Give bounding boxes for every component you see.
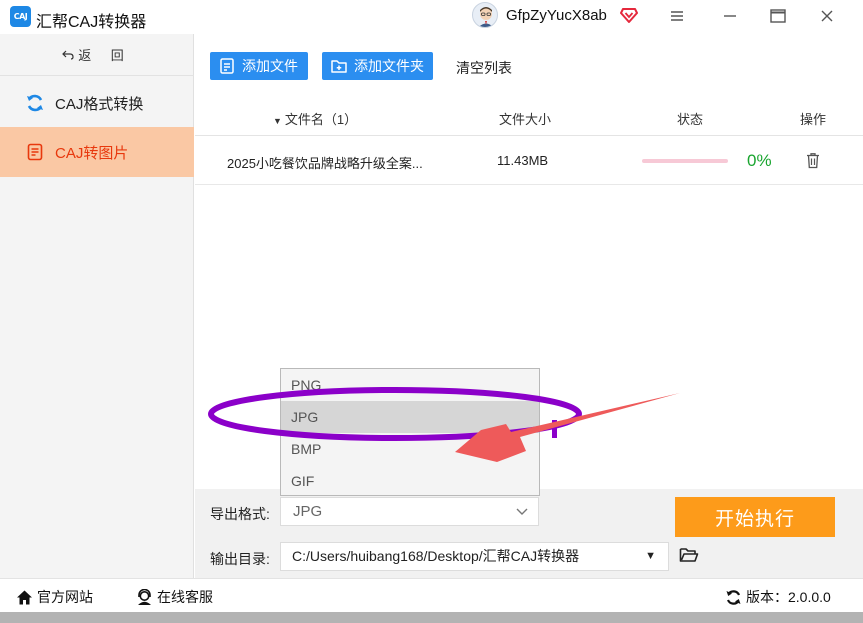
file-size: 11.43MB bbox=[497, 153, 549, 168]
sort-down-icon: ▼ bbox=[273, 116, 282, 126]
vip-diamond-icon[interactable] bbox=[620, 6, 638, 24]
online-service-link[interactable]: 在线客服 bbox=[136, 587, 213, 607]
open-folder-icon[interactable] bbox=[679, 546, 699, 564]
minimize-icon[interactable] bbox=[718, 5, 742, 27]
title-bar: CAJ 汇帮CAJ转换器 GfpZyYucX8ab bbox=[0, 0, 863, 34]
back-button[interactable]: 返 回 bbox=[0, 34, 194, 76]
official-website-label: 官方网站 bbox=[37, 589, 93, 605]
delete-icon[interactable] bbox=[806, 152, 820, 169]
export-format-select[interactable]: JPG bbox=[280, 497, 539, 526]
document-icon bbox=[25, 142, 45, 162]
ellipse-tail-mark bbox=[552, 420, 557, 438]
add-folder-label: 添加文件夹 bbox=[354, 58, 424, 74]
format-option-bmp[interactable]: BMP bbox=[281, 433, 539, 465]
home-icon bbox=[16, 589, 33, 606]
add-file-icon bbox=[218, 57, 236, 75]
add-file-button[interactable]: 添加文件 bbox=[210, 52, 308, 80]
update-icon bbox=[725, 589, 742, 606]
file-table-header: ▼ 文件名（1） 文件大小 状态 操作 bbox=[195, 100, 863, 136]
menu-icon[interactable] bbox=[665, 5, 689, 27]
sidebar-item-label: CAJ转图片 bbox=[55, 144, 129, 162]
version-label: 版本：2.0.0.0 bbox=[746, 589, 831, 605]
official-website-link[interactable]: 官方网站 bbox=[16, 587, 93, 607]
sidebar-item-caj-to-image[interactable]: CAJ转图片 bbox=[0, 127, 194, 177]
progress-percent: 0% bbox=[747, 151, 772, 170]
column-header-actions: 操作 bbox=[800, 112, 827, 127]
window-bottom-strip bbox=[0, 612, 863, 623]
footer-bar: 官方网站 在线客服 版本：2.0.0.0 bbox=[0, 578, 863, 612]
username: GfpZyYucX8ab bbox=[506, 7, 607, 24]
format-option-jpg[interactable]: JPG bbox=[281, 401, 539, 433]
format-option-png[interactable]: PNG bbox=[281, 369, 539, 401]
sidebar-item-caj-format[interactable]: CAJ格式转换 bbox=[0, 78, 194, 128]
back-arrow-icon bbox=[62, 47, 74, 63]
app-title: 汇帮CAJ转换器 bbox=[36, 14, 147, 31]
format-dropdown-list: PNG JPG BMP GIF bbox=[280, 368, 540, 496]
table-row[interactable]: 2025小吃餐饮品牌战略升级全案... 11.43MB 0% bbox=[195, 137, 863, 185]
file-name: 2025小吃餐饮品牌战略升级全案... bbox=[227, 156, 423, 171]
output-dir-select[interactable]: C:/Users/huibang168/Desktop/汇帮CAJ转换器 ▼ bbox=[280, 542, 669, 571]
output-dir-label: 输出目录: bbox=[210, 551, 270, 567]
maximize-icon[interactable] bbox=[766, 5, 790, 27]
sidebar-item-label: CAJ格式转换 bbox=[55, 95, 144, 113]
add-file-label: 添加文件 bbox=[242, 58, 298, 74]
online-service-label: 在线客服 bbox=[157, 589, 213, 605]
refresh-icon bbox=[25, 93, 45, 113]
version-info[interactable]: 版本：2.0.0.0 bbox=[725, 587, 831, 607]
export-format-value: JPG bbox=[293, 503, 323, 520]
add-folder-icon bbox=[330, 57, 348, 75]
chevron-down-icon bbox=[516, 501, 528, 530]
close-icon[interactable] bbox=[815, 5, 839, 27]
column-header-status: 状态 bbox=[677, 112, 704, 127]
sidebar: 返 回 CAJ格式转换 CAJ转图片 bbox=[0, 34, 194, 578]
format-option-gif[interactable]: GIF bbox=[281, 465, 539, 497]
progress-bar bbox=[642, 159, 728, 163]
export-format-label: 导出格式: bbox=[210, 506, 270, 522]
caret-down-icon: ▼ bbox=[645, 550, 656, 562]
output-dir-value: C:/Users/huibang168/Desktop/汇帮CAJ转换器 bbox=[292, 548, 580, 564]
column-header-name[interactable]: ▼ 文件名（1） bbox=[273, 109, 357, 128]
user-avatar[interactable] bbox=[472, 2, 498, 28]
column-header-size: 文件大小 bbox=[499, 112, 552, 127]
clear-list-button[interactable]: 清空列表 bbox=[456, 58, 512, 78]
add-folder-button[interactable]: 添加文件夹 bbox=[322, 52, 433, 80]
start-button[interactable]: 开始执行 bbox=[675, 497, 835, 537]
back-label: 返 回 bbox=[78, 48, 132, 63]
customer-service-icon bbox=[136, 588, 153, 606]
app-logo: CAJ bbox=[10, 6, 31, 27]
